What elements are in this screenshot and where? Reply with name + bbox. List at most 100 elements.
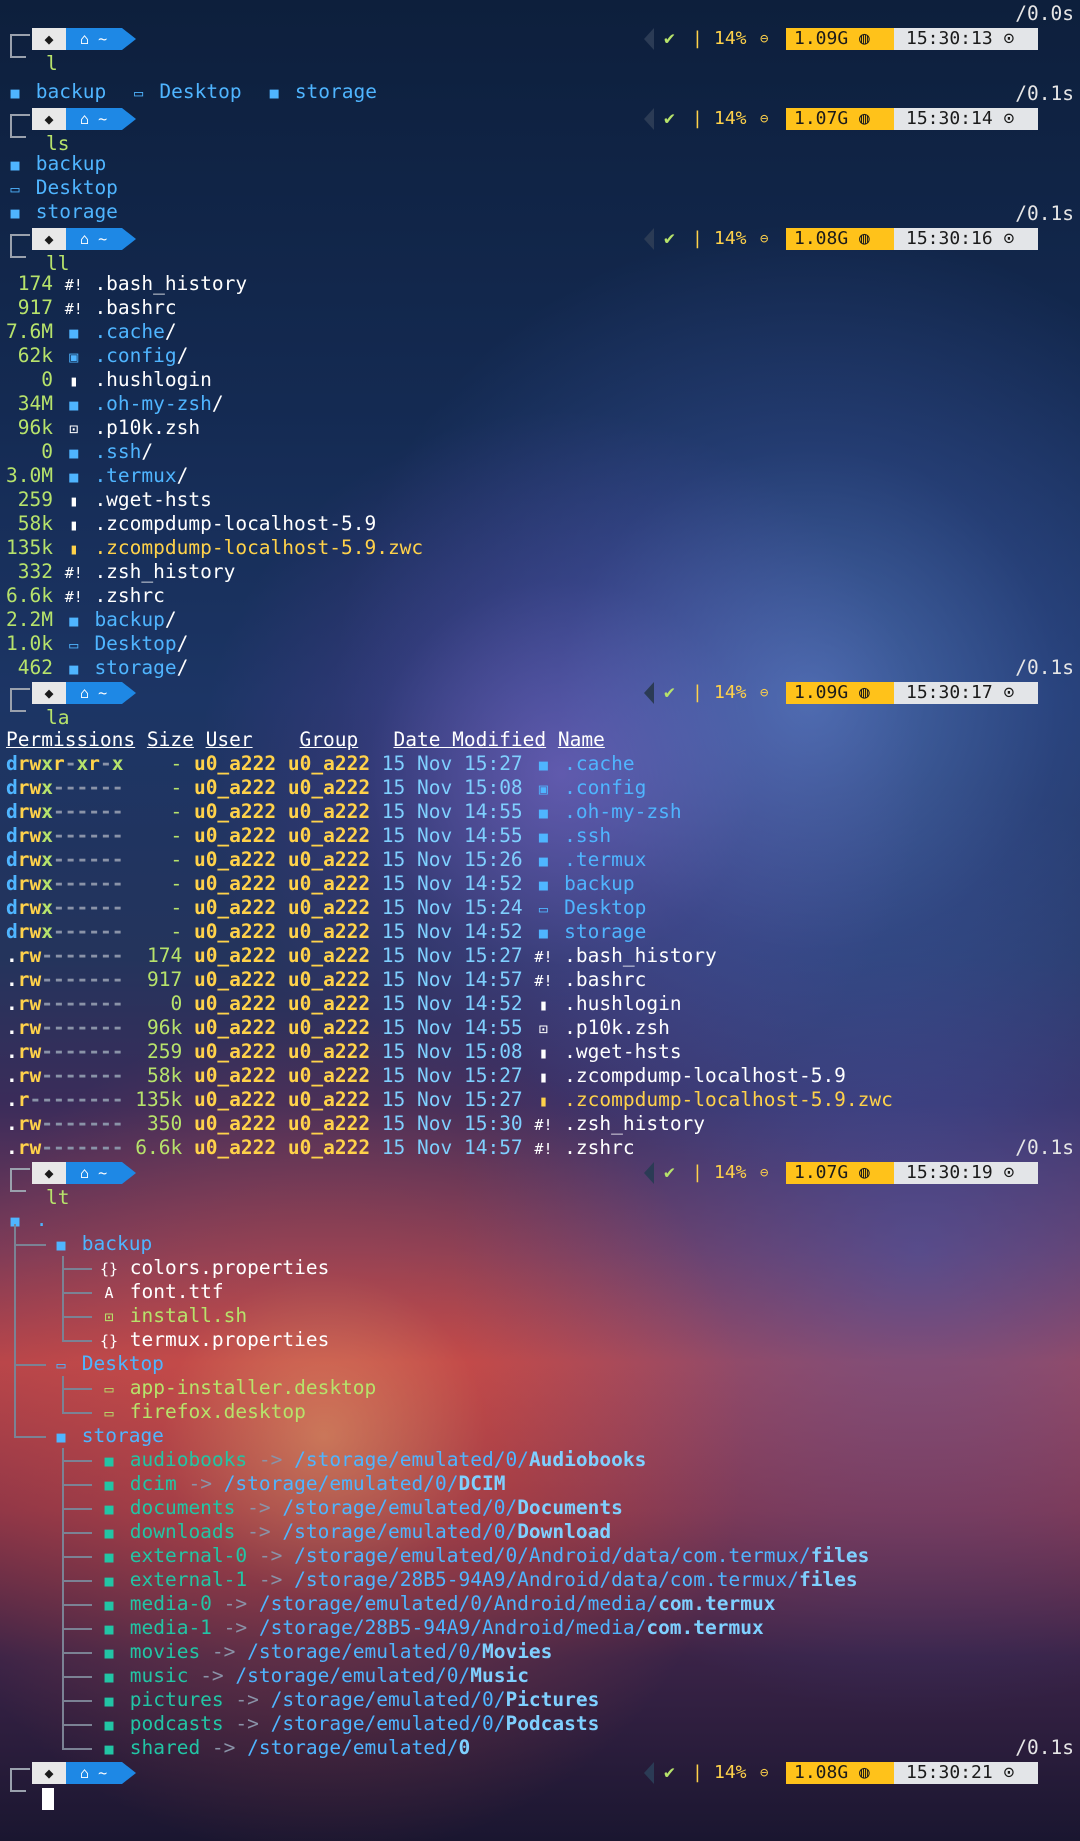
perm-char: - bbox=[53, 968, 65, 991]
file-user: u0_a222 bbox=[193, 752, 288, 775]
output-line: drwx------ - u0_a222 u0_a222 15 Nov 15:2… bbox=[6, 896, 646, 920]
prompt-separator: | bbox=[692, 28, 703, 49]
file-icon: ▮ bbox=[538, 996, 548, 1014]
output-line: 259 ▮ .wget-hsts bbox=[6, 488, 212, 512]
column-header: Date Modified bbox=[393, 728, 547, 751]
dir-slash: / bbox=[164, 320, 177, 343]
lock-icon: ⊖ bbox=[760, 1765, 769, 1781]
prompt-frame bbox=[10, 1168, 30, 1180]
duration-label: /0.1s bbox=[1015, 656, 1074, 679]
file-user: u0_a222 bbox=[193, 896, 288, 919]
permissions: .r-------- bbox=[6, 1088, 124, 1111]
prompt-separator bbox=[644, 682, 654, 704]
output-line: .rw------- 6.6k u0_a222 u0_a222 15 Nov 1… bbox=[6, 1136, 635, 1160]
tree-trunk bbox=[62, 1448, 64, 1748]
file-user: u0_a222 bbox=[193, 992, 288, 1015]
perm-char: x bbox=[76, 752, 89, 775]
perm-char: - bbox=[64, 848, 77, 871]
tree-trunk bbox=[14, 1224, 16, 1436]
output-line: drwx------ - u0_a222 u0_a222 15 Nov 14:5… bbox=[6, 920, 646, 944]
symlink-target: files bbox=[810, 1544, 870, 1567]
perm-char: w bbox=[29, 1016, 42, 1039]
perm-char: - bbox=[64, 1016, 77, 1039]
tree-branch bbox=[62, 1604, 92, 1606]
perm-char: r bbox=[17, 824, 30, 847]
prompt-separator: | bbox=[692, 228, 703, 249]
symlink-name: dcim bbox=[118, 1472, 189, 1495]
output-line: ■ backup ▭ Desktop ■ storage bbox=[6, 80, 400, 104]
prompt-separator: | bbox=[692, 1762, 703, 1783]
text-cursor[interactable] bbox=[42, 1788, 54, 1810]
shell-file-icon: #! bbox=[64, 300, 83, 318]
android-icon: ◆ bbox=[32, 1762, 66, 1784]
perm-char: - bbox=[100, 1064, 112, 1087]
output-line: {} termux.properties bbox=[100, 1328, 329, 1352]
folder-icon: ■ bbox=[104, 1500, 114, 1518]
file-date: 15 Nov 15:27 bbox=[381, 944, 535, 967]
command-text: la bbox=[46, 706, 70, 729]
symlink-name: music bbox=[118, 1664, 201, 1687]
file-size: 34M bbox=[6, 392, 65, 415]
symlink-path: /storage/emulated/ bbox=[247, 1736, 459, 1759]
file-group: u0_a222 bbox=[287, 896, 382, 919]
ram-icon: ◍ bbox=[848, 1162, 870, 1183]
prompt-dir: ⌂ ~ bbox=[66, 682, 122, 704]
file-name: .zshrc bbox=[82, 584, 165, 607]
perm-char: . bbox=[6, 944, 18, 967]
tree-branch bbox=[14, 1244, 46, 1246]
symlink-path: /storage/emulated/0/ bbox=[270, 1688, 506, 1711]
perm-char: - bbox=[88, 776, 100, 799]
memory-usage: 1.07G ◍ bbox=[786, 108, 894, 130]
perm-char: r bbox=[17, 1016, 30, 1039]
prompt-separator bbox=[644, 28, 654, 50]
file-size: 2.2M bbox=[6, 608, 65, 631]
output-line: A font.ttf bbox=[100, 1280, 223, 1304]
perm-char: - bbox=[53, 1112, 65, 1135]
file-name: .hushlogin bbox=[552, 992, 682, 1015]
output-line: drwx------ - u0_a222 u0_a222 15 Nov 14:5… bbox=[6, 800, 682, 824]
perm-char: - bbox=[111, 1064, 124, 1087]
output-line: ■ backup bbox=[6, 152, 106, 176]
duration-label: /0.1s bbox=[1015, 82, 1074, 105]
clock-icon: ⊙ bbox=[992, 28, 1015, 49]
output-line: .r-------- 135k u0_a222 u0_a222 15 Nov 1… bbox=[6, 1088, 893, 1112]
file-group: u0_a222 bbox=[287, 1016, 382, 1039]
perm-char: - bbox=[64, 1040, 77, 1063]
output-line: 135k ▮ .zcompdump-localhost-5.9.zwc bbox=[6, 536, 423, 560]
perm-char: w bbox=[29, 848, 42, 871]
perm-char: d bbox=[6, 872, 18, 895]
file-name: .cache bbox=[82, 320, 165, 343]
perm-char: w bbox=[29, 968, 42, 991]
folder-icon: ■ bbox=[538, 804, 548, 822]
output-line: 6.6k #! .zshrc bbox=[6, 584, 165, 608]
memory-usage: 1.08G ◍ bbox=[786, 1762, 894, 1784]
file-size: 58k bbox=[123, 1064, 194, 1087]
output-line: ■ storage bbox=[52, 1424, 163, 1448]
output-line: ■ downloads -> /storage/emulated/0/Downl… bbox=[100, 1520, 611, 1544]
perm-char: - bbox=[100, 920, 112, 943]
prompt-frame bbox=[10, 700, 26, 712]
android-icon: ◆ bbox=[32, 108, 66, 130]
perm-char: - bbox=[76, 872, 89, 895]
perm-char: - bbox=[64, 776, 77, 799]
file-size: 6.6k bbox=[6, 584, 65, 607]
perm-char: x bbox=[41, 920, 53, 943]
prompt-separator bbox=[122, 108, 136, 130]
perm-char: - bbox=[53, 1088, 65, 1111]
tree-branch bbox=[62, 1460, 92, 1462]
clock-icon: ⊙ bbox=[992, 108, 1015, 129]
perm-char: r bbox=[17, 800, 30, 823]
symlink-name: movies bbox=[118, 1640, 212, 1663]
tree-branch bbox=[62, 1652, 92, 1654]
perm-char: r bbox=[17, 1136, 30, 1159]
folder-icon: ■ bbox=[69, 660, 79, 678]
terminal[interactable]: /0.0s ◆ ⌂ ~ ✔ | 14% ⊖ 1.09G ◍ 15:30:13 ⊙ l/0.1s ◆ ⌂… bbox=[0, 0, 1080, 1841]
ram-icon: ◍ bbox=[848, 682, 870, 703]
time-value: 15:30:13 bbox=[906, 28, 993, 49]
clock-icon: ⊙ bbox=[992, 1162, 1015, 1183]
shell-file-icon: #! bbox=[64, 588, 83, 606]
perm-char: - bbox=[88, 992, 100, 1015]
file-date: 15 Nov 15:08 bbox=[381, 1040, 535, 1063]
script-icon: ⊡ bbox=[538, 1020, 548, 1038]
perm-char: - bbox=[76, 896, 89, 919]
